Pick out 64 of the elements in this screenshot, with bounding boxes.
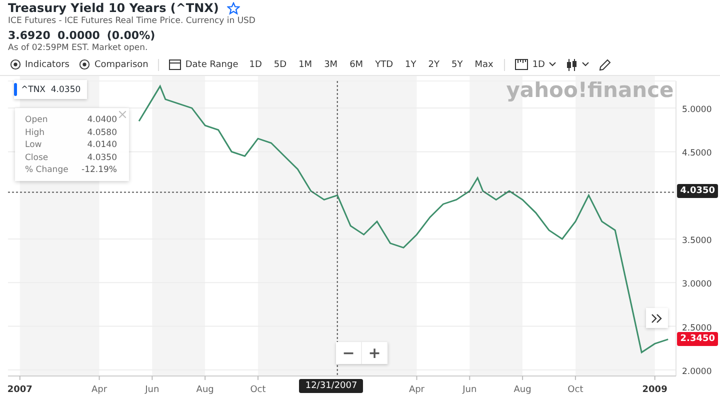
range-tab[interactable]: 3M — [319, 60, 343, 70]
range-tab[interactable]: 1Y — [400, 60, 422, 70]
range-tab[interactable]: 1D — [244, 60, 267, 70]
tooltip-label: % Change — [25, 164, 68, 176]
range-tab[interactable]: 2Y — [423, 60, 444, 70]
zoom-button[interactable]: − — [336, 342, 362, 364]
tooltip-label: High — [25, 126, 45, 139]
interval-dropdown[interactable]: 1D — [511, 59, 560, 70]
axis-label: 3.5000 — [682, 236, 712, 246]
axis-label: Oct — [250, 385, 266, 395]
pencil-icon[interactable] — [598, 58, 611, 70]
axis-label: 2009 — [642, 385, 668, 395]
crosshair-date: 12/31/2007 — [299, 379, 364, 393]
double-chevron-icon — [651, 314, 663, 322]
axis-label: Jun — [462, 385, 477, 395]
tooltip-value: 4.0140 — [87, 139, 117, 152]
caret-icon — [582, 62, 589, 67]
axis-label: Aug — [514, 385, 532, 395]
tooltip-value: 4.0580 — [87, 126, 117, 139]
indicator-button[interactable]: Comparison — [75, 59, 152, 70]
quote-title: Treasury Yield 10 Years (^TNX) — [8, 1, 219, 15]
range-tab[interactable]: 5Y — [446, 60, 468, 70]
axis-label: Jun — [145, 385, 160, 395]
axis-label: 4.5000 — [682, 148, 712, 159]
tooltip-value: -12.19% — [82, 164, 117, 176]
chart-logo: yahoo!finance — [506, 78, 674, 102]
range-tab[interactable]: 5D — [268, 60, 292, 70]
tooltip-label: Close — [25, 152, 48, 164]
axis-label: 5.0000 — [682, 105, 712, 116]
star-icon[interactable] — [226, 2, 240, 14]
scroll-end-button[interactable] — [646, 308, 668, 328]
add-circle-icon — [10, 59, 21, 70]
axis-label: Apr — [91, 385, 108, 395]
symbol-label: ^TNX 4.0350 — [21, 84, 81, 94]
add-circle-icon — [79, 59, 90, 70]
axis-label: Apr — [408, 385, 425, 395]
axis-label: 2.5000 — [682, 323, 712, 334]
axis-label: 2007 — [7, 385, 32, 395]
tooltip-value: 4.0400 — [87, 114, 117, 126]
range-tab[interactable]: 1M — [294, 60, 318, 70]
tooltip-label: Open — [25, 114, 48, 126]
date-range-button[interactable]: Date Range — [165, 59, 242, 70]
axis-label: 2.0000 — [682, 366, 712, 377]
candlestick-icon — [566, 58, 578, 70]
caret-icon — [548, 62, 556, 67]
calendar-icon — [169, 59, 182, 70]
tooltip-value: 4.0350 — [87, 152, 117, 164]
range-tab[interactable]: 6M — [344, 60, 368, 70]
range-tab[interactable]: YTD — [370, 60, 398, 70]
price-change: 0.0000 — [57, 29, 100, 42]
axis-label: 3.0000 — [682, 280, 712, 290]
price-badge: 4.0350 — [677, 184, 718, 198]
ruler-icon — [515, 59, 528, 70]
axis-label: Oct — [568, 385, 584, 395]
axis-label: Aug — [196, 385, 214, 395]
indicator-button[interactable]: Indicators — [6, 59, 74, 70]
range-tab[interactable]: Max — [470, 60, 498, 70]
exchange-info: ICE Futures - ICE Futures Real Time Price. Currency in USD — [8, 16, 256, 26]
tooltip-label: Low — [25, 139, 42, 152]
market-status: As of 02:59PM EST. Market open. — [8, 43, 149, 53]
percent-change: (0.00%) — [106, 29, 156, 42]
zoom-button[interactable]: + — [362, 342, 388, 364]
price: 3.6920 — [8, 29, 50, 42]
last-price-badge: 2.3450 — [677, 332, 718, 346]
